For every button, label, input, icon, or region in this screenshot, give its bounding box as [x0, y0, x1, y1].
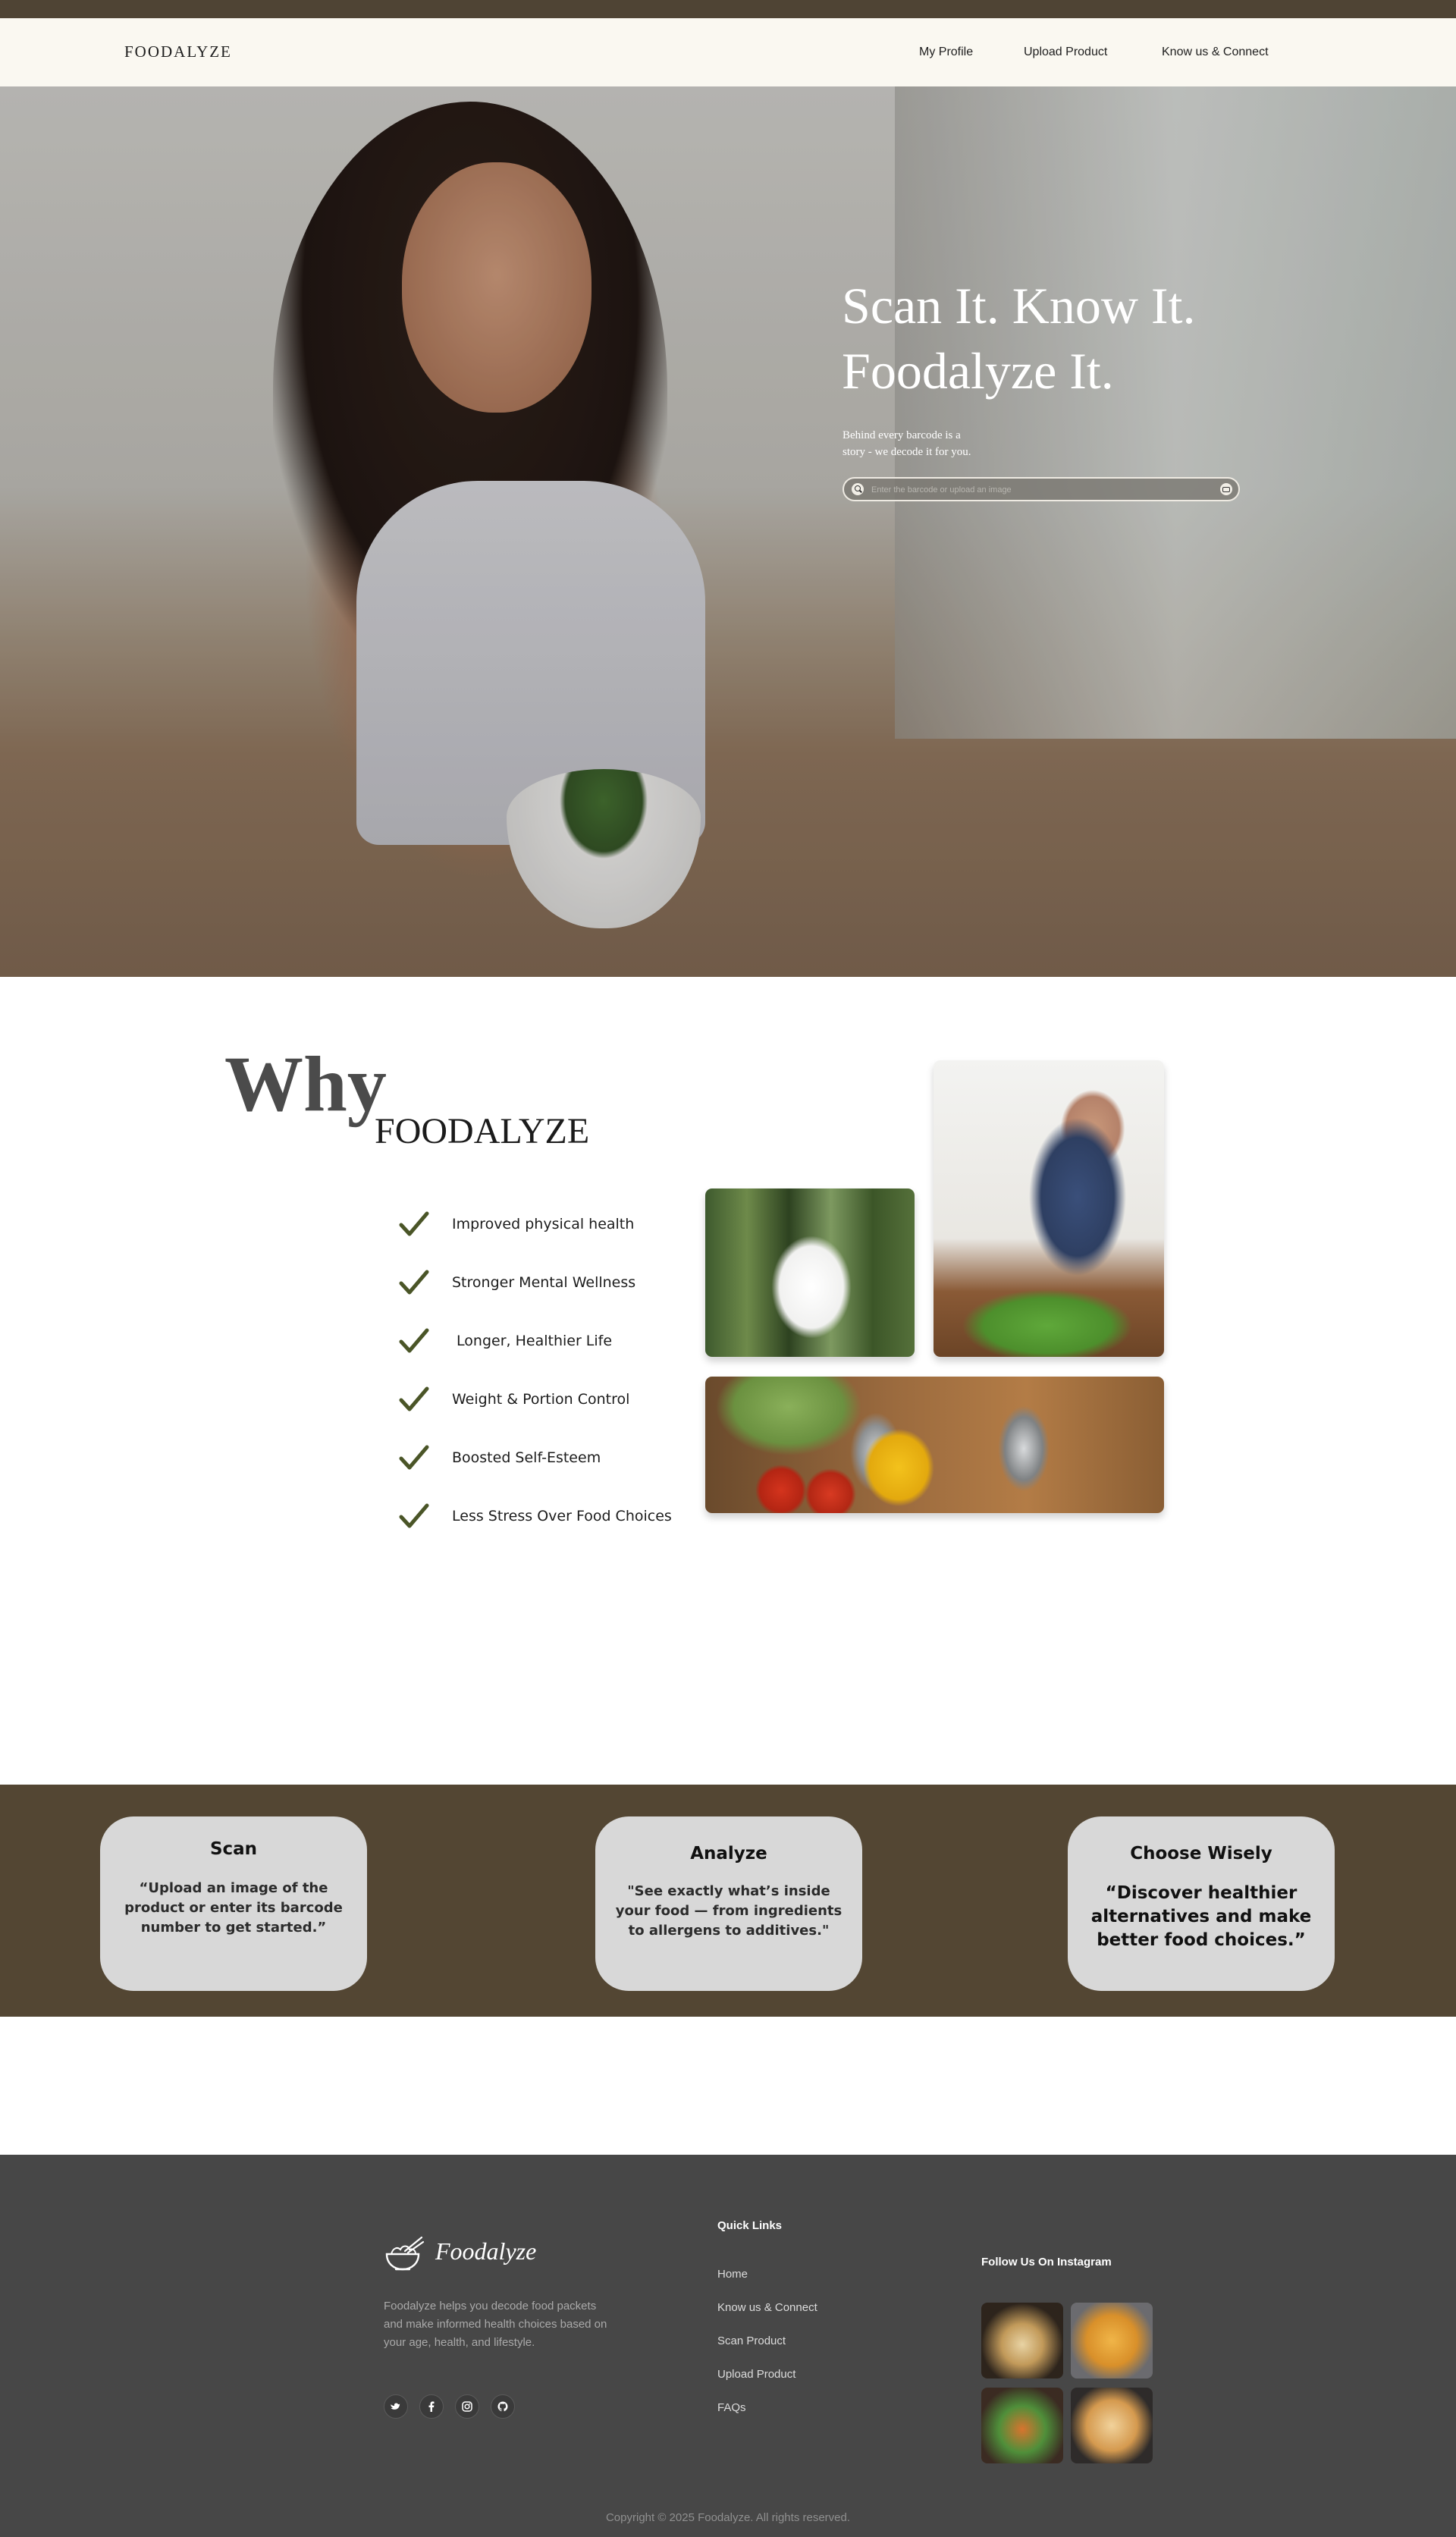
github-icon[interactable] — [491, 2394, 515, 2419]
why-heading-brand: FOODALYZE — [375, 1111, 590, 1151]
footer-link-scan-product[interactable]: Scan Product — [717, 2334, 786, 2347]
facebook-icon[interactable] — [419, 2394, 444, 2419]
benefit-label: Stronger Mental Wellness — [452, 1274, 636, 1291]
benefit-item: Weight & Portion Control — [399, 1385, 629, 1414]
footer-logo-text[interactable]: Foodalyze — [435, 2237, 536, 2265]
card-title: Analyze — [690, 1844, 767, 1864]
benefit-item: Longer, Healthier Life — [399, 1327, 612, 1355]
analyze-card: Analyze "See exactly what’s inside your … — [595, 1816, 862, 1991]
benefit-item: Less Stress Over Food Choices — [399, 1502, 672, 1531]
hero-subtitle-line-2: story - we decode it for you. — [843, 446, 971, 458]
benefit-item: Stronger Mental Wellness — [399, 1268, 635, 1297]
card-text: “Discover healthier alternatives and mak… — [1090, 1883, 1312, 1950]
top-strip — [0, 0, 1456, 18]
bowl-logo-icon — [382, 2233, 425, 2275]
vegetables-dumbbell-photo — [705, 1377, 1164, 1513]
check-icon — [399, 1210, 429, 1239]
hero-title: Scan It. Know It. Foodalyze It. — [842, 273, 1327, 403]
footer-link-upload-product[interactable]: Upload Product — [717, 2368, 795, 2381]
hero-section — [0, 86, 1456, 977]
benefit-label: Boosted Self-Esteem — [452, 1449, 601, 1466]
nav-know-us-connect[interactable]: Know us & Connect — [1162, 46, 1269, 59]
card-title: Choose Wisely — [1130, 1844, 1272, 1864]
woman-salad-photo — [934, 1060, 1164, 1357]
benefit-label: Weight & Portion Control — [452, 1391, 630, 1408]
quick-links-heading: Quick Links — [717, 2219, 783, 2232]
copyright-text: Copyright © 2025 Foodalyze. All rights r… — [605, 2511, 851, 2524]
check-icon — [399, 1385, 429, 1414]
check-icon — [399, 1327, 429, 1355]
card-title: Scan — [209, 1839, 258, 1859]
benefit-item: Improved physical health — [399, 1210, 634, 1239]
check-icon — [399, 1502, 429, 1531]
instagram-photo[interactable] — [981, 2388, 1063, 2463]
hero-overlay — [0, 86, 1456, 977]
hero-subtitle: Behind every barcode is a story - we dec… — [843, 427, 1025, 460]
barcode-search-bar — [843, 477, 1240, 501]
hero-title-line-2: Foodalyze It. — [842, 342, 1114, 400]
footer-about: Foodalyze helps you decode food packets … — [384, 2300, 607, 2349]
instagram-photo[interactable] — [1071, 2303, 1153, 2378]
choose-wisely-card: Choose Wisely “Discover healthier altern… — [1068, 1816, 1335, 1991]
scan-card: Scan “Upload an image of the product or … — [100, 1816, 367, 1991]
benefit-label: Improved physical health — [452, 1216, 635, 1232]
hero-subtitle-line-1: Behind every barcode is a — [843, 429, 961, 441]
footer-link-know-us[interactable]: Know us & Connect — [717, 2301, 817, 2314]
benefit-item: Boosted Self-Esteem — [399, 1443, 601, 1472]
benefit-label: Less Stress Over Food Choices — [452, 1508, 672, 1524]
why-heading-word: Why — [224, 1041, 387, 1128]
camera-upload-icon[interactable] — [1220, 483, 1232, 495]
hero-title-line-1: Scan It. Know It. — [842, 277, 1196, 334]
nav-upload-product[interactable]: Upload Product — [1024, 46, 1107, 59]
nav-my-profile[interactable]: My Profile — [919, 46, 973, 59]
meditation-photo — [705, 1188, 915, 1357]
card-text: "See exactly what’s inside your food — f… — [615, 1883, 843, 1939]
check-icon — [399, 1443, 429, 1472]
barcode-search-input[interactable] — [870, 482, 1207, 498]
instagram-icon[interactable] — [455, 2394, 479, 2419]
instagram-photo[interactable] — [1071, 2388, 1153, 2463]
footer-link-faqs[interactable]: FAQs — [717, 2401, 746, 2414]
instagram-photo[interactable] — [981, 2303, 1063, 2378]
card-text: “Upload an image of the product or enter… — [124, 1880, 343, 1936]
check-icon — [399, 1268, 429, 1297]
instagram-heading: Follow Us On Instagram — [981, 2256, 1112, 2269]
brand-logo[interactable]: FOODALYZE — [124, 42, 232, 61]
search-icon[interactable] — [852, 483, 864, 495]
footer-link-home[interactable]: Home — [717, 2268, 748, 2281]
twitter-icon[interactable] — [384, 2394, 408, 2419]
benefit-label: Longer, Healthier Life — [452, 1333, 613, 1349]
